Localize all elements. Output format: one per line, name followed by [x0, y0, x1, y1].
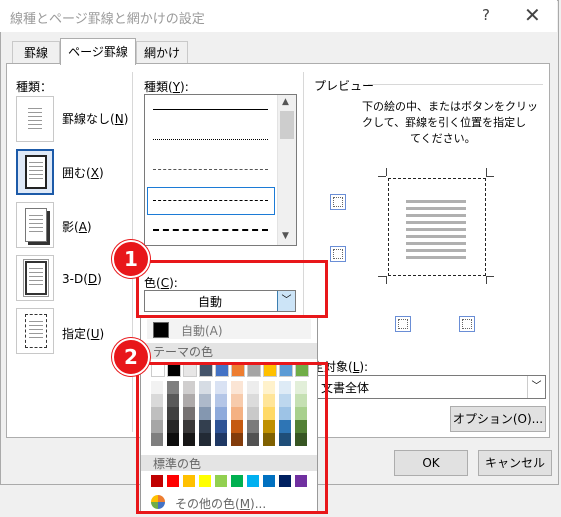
help-button[interactable]: ? [482, 6, 490, 24]
line-style-dotted[interactable] [153, 139, 268, 140]
setting-custom-label: 指定(U) [62, 327, 105, 341]
setting-box-label: 囲む(X) [62, 166, 104, 180]
preview-text-line [406, 249, 466, 252]
page-shadow-border-icon [25, 208, 47, 242]
preview-instruction-2: クして、罫線を引く位置を指定し [362, 116, 527, 129]
preview-text-line [406, 214, 466, 217]
preview-instruction-1: 下の絵の中、またはボタンをクリッ [362, 100, 538, 113]
style-label: 種類(Y): [144, 80, 189, 94]
setting-shadow-label: 影(A) [62, 220, 92, 234]
palette-automatic-label: 自動(A) [181, 324, 223, 338]
apply-to-dropdown[interactable]: 文書全体 ﹀ [316, 375, 546, 399]
preview-text-line [406, 228, 466, 231]
preview-text-line [406, 256, 466, 259]
preview-label: プレビュー [314, 79, 375, 93]
annotation-badge-1: 1 [112, 240, 150, 278]
preview-text-line [406, 242, 466, 245]
setting-box-button[interactable] [16, 149, 54, 195]
setting-label: 種類： [16, 80, 53, 94]
page-no-border-icon [25, 102, 45, 134]
line-style-dash-dot[interactable] [153, 229, 268, 231]
options-button[interactable]: オプション(O)... [450, 406, 546, 432]
automatic-swatch [153, 322, 169, 338]
title-bar: 線種とページ罫線と網かけの設定 ? ✕ [0, 0, 557, 32]
setting-none-label: 罫線なし(N) [62, 112, 129, 126]
scroll-up-icon[interactable]: ▲ [282, 97, 289, 107]
preview-text-line [406, 235, 466, 238]
line-style-list[interactable]: ▲ ▼ [144, 94, 297, 246]
setting-3d-button[interactable] [16, 255, 54, 301]
right-border-toggle[interactable] [459, 316, 475, 332]
preview-text-line [406, 207, 466, 210]
preview-rule [368, 84, 543, 85]
preview-text-line [406, 221, 466, 224]
line-style-dashed[interactable] [153, 200, 268, 201]
bottom-border-toggle[interactable] [330, 246, 346, 262]
annotation-badge-2: 2 [112, 338, 150, 376]
setting-none-button[interactable] [16, 96, 54, 142]
line-style-solid[interactable] [153, 109, 268, 110]
cancel-button[interactable]: キャンセル [478, 450, 552, 476]
setting-shadow-button[interactable] [16, 202, 54, 248]
scroll-thumb[interactable] [280, 111, 294, 139]
page-3d-border-icon [23, 259, 49, 297]
apply-to-value: 文書全体 [321, 381, 370, 395]
chevron-down-icon[interactable]: ﹀ [527, 376, 545, 398]
ok-button[interactable]: OK [394, 450, 468, 476]
preview-text-line [406, 200, 466, 203]
setting-3d-label: 3-D(D) [62, 272, 102, 286]
page-custom-border-icon [25, 314, 47, 348]
tab-borders[interactable]: 罫線 [12, 41, 60, 64]
page-box-border-icon [25, 155, 47, 189]
preview-text-lines [406, 200, 466, 264]
top-border-toggle[interactable] [330, 194, 346, 210]
annotation-box-1 [136, 260, 328, 318]
palette-theme-header: テーマの色 [141, 343, 317, 359]
preview-area[interactable] [378, 168, 494, 284]
dialog-title: 線種とページ罫線と網かけの設定 [10, 12, 205, 27]
style-list-scrollbar[interactable]: ▲ ▼ [277, 95, 296, 245]
preview-instruction-3: てください。 [410, 132, 476, 145]
left-border-toggle[interactable] [395, 316, 411, 332]
setting-custom-button[interactable] [16, 308, 54, 354]
annotation-box-2 [136, 362, 328, 514]
line-style-selected[interactable] [147, 187, 275, 215]
tab-page-border[interactable]: ページ罫線 [60, 38, 136, 65]
scroll-down-icon[interactable]: ▼ [282, 231, 289, 241]
line-style-small-dash[interactable] [153, 169, 268, 170]
close-button[interactable]: ✕ [524, 3, 541, 27]
palette-automatic-row[interactable]: 自動(A) [147, 319, 311, 339]
tab-shading[interactable]: 網かけ [136, 41, 188, 64]
